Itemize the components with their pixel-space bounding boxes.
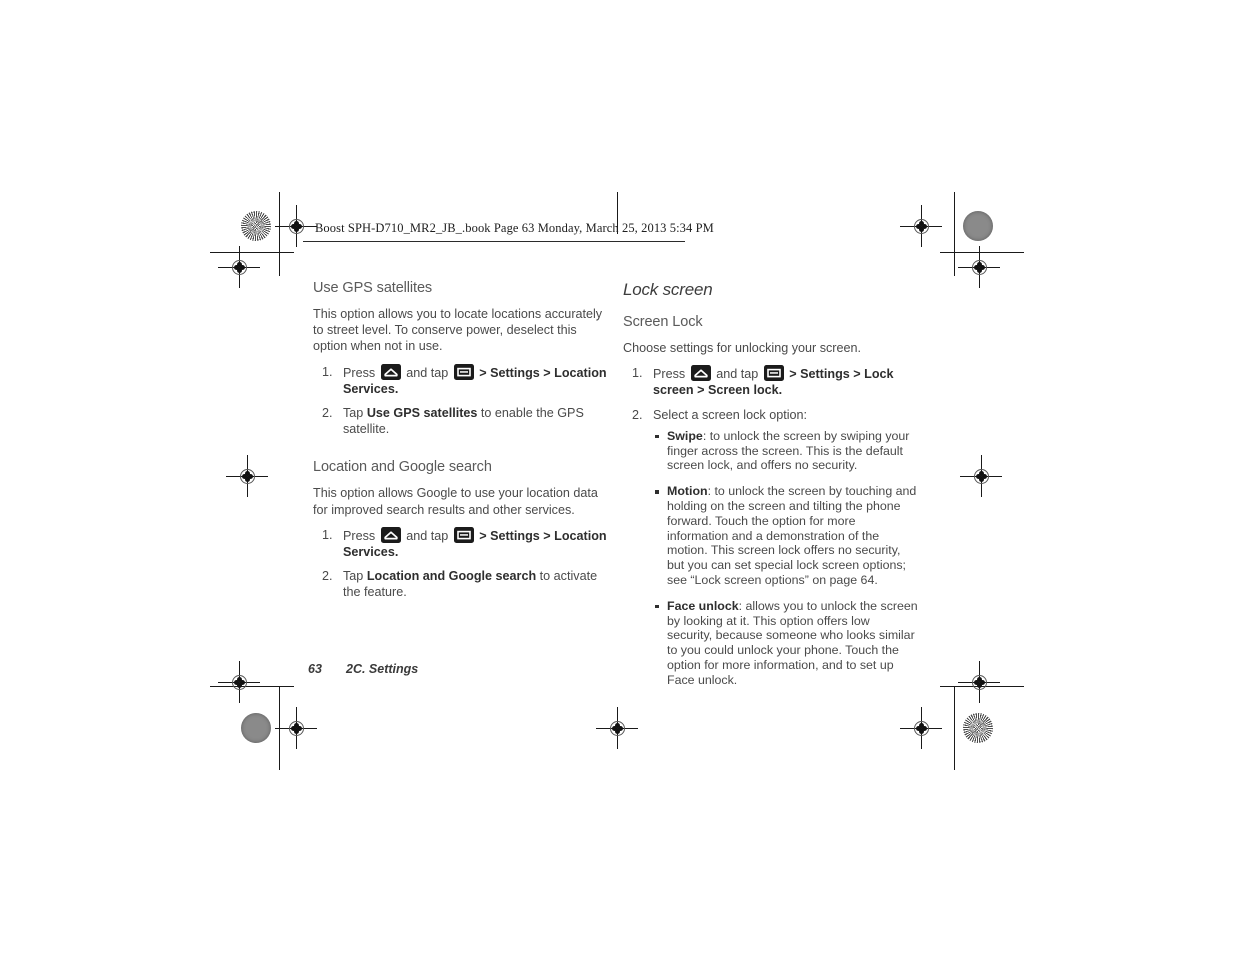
registration-mark-top-right — [900, 205, 942, 247]
step-text-and-tap: and tap — [716, 367, 759, 382]
option-term-face-unlock: Face unlock — [667, 598, 739, 613]
home-key-icon — [380, 363, 401, 380]
footer-page-number: 63 — [308, 662, 322, 676]
steps-location-and-google-search: Press and tap > Settings > Location Serv… — [313, 526, 608, 601]
page-header-rule — [303, 241, 685, 242]
step-item: Press and tap > Settings > Location Serv… — [313, 363, 608, 397]
menu-key-icon — [453, 526, 474, 543]
registration-mark-upper-right-margin — [958, 246, 1000, 288]
right-column: Lock screen Screen Lock Choose settings … — [623, 280, 918, 699]
step-text-press: Press — [343, 365, 376, 380]
step-text-and-tap: and tap — [406, 528, 449, 543]
step-item: Tap Use GPS satellites to enable the GPS… — [313, 405, 608, 437]
list-item: Motion: to unlock the screen by touching… — [653, 484, 918, 588]
home-key-icon — [380, 526, 401, 543]
halftone-registration-dot-bottom-right — [963, 713, 993, 743]
footer-section-title: 2C. Settings — [346, 662, 419, 676]
menu-key-icon — [763, 365, 784, 382]
registration-mark-left-middle — [226, 455, 268, 497]
registration-mark-bottom-left — [275, 707, 317, 749]
step-text-before: Tap — [343, 569, 367, 584]
steps-screen-lock: Press and tap > Settings > Lock screen >… — [623, 365, 918, 687]
page-header-filename: Boost SPH-D710_MR2_JB_.book Page 63 Mond… — [315, 221, 714, 235]
step-text-before: Tap — [343, 406, 367, 421]
option-description: : to unlock the screen by touching and h… — [667, 484, 917, 587]
section-heading-use-gps-satellites: Use GPS satellites — [313, 280, 433, 296]
trim-line-top-right — [940, 252, 1024, 253]
step-text-press: Press — [653, 367, 686, 382]
home-key-icon — [690, 365, 711, 382]
halftone-registration-dot-bottom-left — [241, 713, 271, 743]
section-heading-screen-lock: Screen Lock — [623, 314, 703, 330]
step-text-bold: Use GPS satellites — [366, 406, 478, 421]
trim-line-top-left — [210, 252, 294, 253]
registration-mark-upper-left-margin — [218, 246, 260, 288]
section-body-screen-lock: Choose settings for unlocking your scree… — [623, 341, 862, 355]
trim-line-top-left-vertical — [279, 192, 280, 276]
halftone-registration-dot-top-left — [241, 211, 271, 241]
list-item: Swipe: to unlock the screen by swiping y… — [653, 429, 918, 473]
halftone-registration-dot-top-right — [963, 211, 993, 241]
screen-lock-option-list: Swipe: to unlock the screen by swiping y… — [653, 429, 918, 688]
step-text-and-tap: and tap — [406, 365, 449, 380]
trim-line-bottom-left-vertical — [279, 686, 280, 770]
option-term-swipe: Swipe — [667, 428, 703, 443]
option-description: : to unlock the screen by swiping your f… — [667, 428, 910, 473]
section-body-use-gps-satellites: This option allows you to locate locatio… — [313, 307, 603, 354]
trim-line-bottom-right — [940, 686, 1024, 687]
section-body-location-and-google-search: This option allows Google to use your lo… — [313, 486, 598, 517]
trim-line-bottom-left — [210, 686, 294, 687]
chapter-heading-lock-screen: Lock screen — [623, 280, 713, 299]
menu-key-icon — [453, 363, 474, 380]
step-text-select-option: Select a screen lock option: — [653, 407, 808, 422]
registration-mark-lower-right-margin — [958, 661, 1000, 703]
registration-mark-lower-left-margin — [218, 661, 260, 703]
step-text-press: Press — [343, 528, 376, 543]
step-item: Press and tap > Settings > Lock screen >… — [623, 365, 918, 398]
registration-mark-bottom-right — [900, 707, 942, 749]
trim-line-top-right-vertical — [954, 192, 955, 276]
step-text-bold: Location and Google search — [366, 569, 537, 584]
left-column: Use GPS satellites This option allows yo… — [313, 280, 608, 609]
registration-mark-bottom-center — [596, 707, 638, 749]
step-item: Select a screen lock option: Swipe: to u… — [623, 407, 918, 688]
step-item: Tap Location and Google search to activa… — [313, 568, 608, 600]
trim-line-bottom-right-vertical — [954, 686, 955, 770]
registration-mark-right-middle — [960, 455, 1002, 497]
step-item: Press and tap > Settings > Location Serv… — [313, 526, 608, 560]
page-footer: 63 2C. Settings — [308, 662, 418, 676]
option-term-motion: Motion — [667, 484, 708, 499]
steps-use-gps-satellites: Press and tap > Settings > Location Serv… — [313, 363, 608, 438]
section-heading-location-and-google-search: Location and Google search — [313, 459, 492, 476]
list-item: Face unlock: allows you to unlock the sc… — [653, 599, 918, 688]
